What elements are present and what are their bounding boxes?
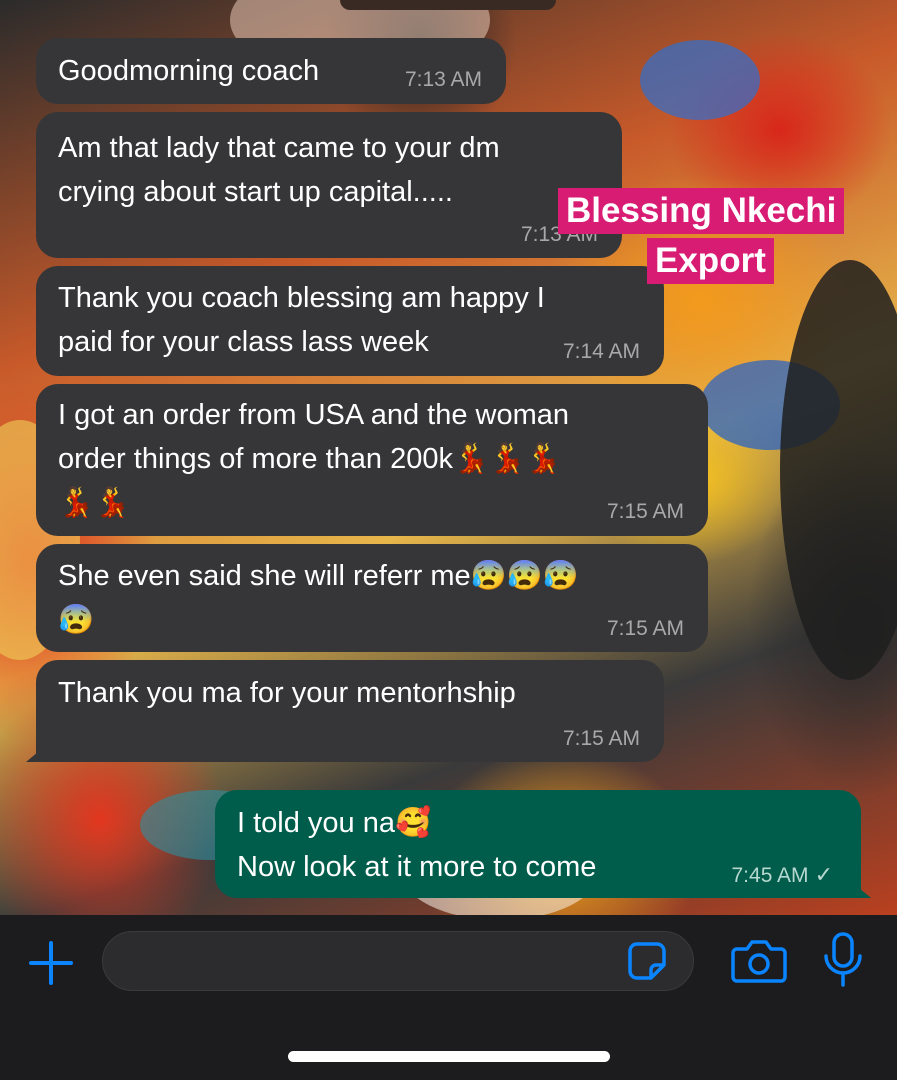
message-bubble-incoming[interactable]: Thank you coach blessing am happy I paid… bbox=[36, 266, 664, 376]
wallpaper-blob bbox=[780, 260, 897, 680]
message-timestamp: 7:13 AM bbox=[404, 68, 482, 91]
message-text: Thank you coach blessing am happy I paid… bbox=[58, 282, 545, 358]
message-text: She even said she will referr me😰😰😰 😰 bbox=[58, 560, 579, 636]
plus-icon[interactable] bbox=[28, 940, 74, 986]
message-timestamp: 7:15 AM bbox=[606, 500, 684, 523]
message-text: Am that lady that came to your dm crying… bbox=[58, 132, 500, 208]
watermark-line-1: Blessing Nkechi bbox=[558, 188, 845, 234]
microphone-icon[interactable] bbox=[822, 932, 864, 988]
camera-icon[interactable] bbox=[731, 937, 787, 985]
wallpaper-blob bbox=[340, 0, 556, 10]
message-time: 7:45 AM bbox=[731, 864, 809, 887]
wallpaper-blob bbox=[640, 40, 760, 120]
message-timestamp: 7:15 AM bbox=[606, 617, 684, 640]
message-bubble-outgoing[interactable]: I told you na🥰 Now look at it more to co… bbox=[215, 790, 871, 898]
sent-check-icon: ✓ bbox=[814, 862, 833, 887]
sticker-icon[interactable] bbox=[627, 941, 667, 981]
message-text: I told you na🥰 Now look at it more to co… bbox=[237, 807, 597, 883]
message-timestamp: 7:14 AM bbox=[562, 340, 640, 363]
message-text: Goodmorning coach bbox=[58, 55, 320, 87]
home-indicator[interactable] bbox=[288, 1051, 610, 1062]
message-bubble-incoming[interactable]: Thank you ma for your mentorhship 7:15 A… bbox=[26, 660, 664, 762]
message-bubble-incoming[interactable]: Goodmorning coach 7:13 AM bbox=[36, 38, 506, 104]
message-bubble-incoming[interactable]: She even said she will referr me😰😰😰 😰 7:… bbox=[36, 544, 708, 652]
message-text: I got an order from USA and the woman or… bbox=[58, 399, 569, 519]
message-text: Thank you ma for your mentorhship bbox=[58, 677, 516, 709]
message-bubble-incoming[interactable]: Am that lady that came to your dm crying… bbox=[36, 112, 622, 258]
message-timestamp: 7:15 AM bbox=[562, 727, 640, 750]
message-timestamp: 7:45 AM ✓ bbox=[732, 863, 834, 888]
message-bubble-incoming[interactable]: I got an order from USA and the woman or… bbox=[36, 384, 708, 536]
watermark-line-2: Export bbox=[647, 238, 774, 284]
message-input[interactable] bbox=[102, 931, 694, 991]
